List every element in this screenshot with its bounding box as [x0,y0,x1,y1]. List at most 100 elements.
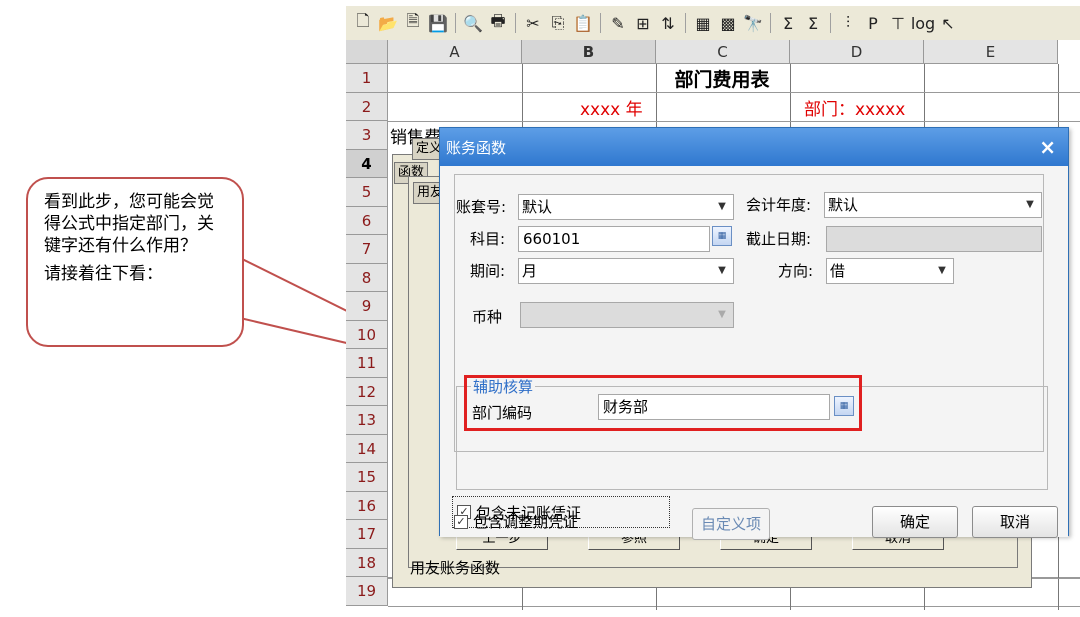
row-header-9[interactable]: 9 [346,292,388,321]
department-picker-icon[interactable]: ▦ [834,396,854,416]
print-icon[interactable]: 🖶 [487,11,509,34]
column-header-b[interactable]: B [522,40,656,64]
toolbar-separator [600,13,601,33]
currency-select: ▼ [520,302,734,328]
row-header-6[interactable]: 6 [346,206,388,235]
account-set-select[interactable]: 默认 ▼ [518,194,734,220]
toolbar-separator [515,13,516,33]
table-icon[interactable]: ▦ [692,12,714,34]
sort-icon[interactable]: ⇅ [657,12,679,34]
chevron-down-icon: ▼ [718,309,726,320]
dialog-title: 账务函数 [446,138,507,157]
year-cell[interactable]: xxxx 年 [580,96,643,124]
period-label: 期间: [470,262,506,280]
toolbar: 🗋 📂 🗎 💾 🔍 🖶 ✂ ⎘ 📋 ✎ ⊞ ⇅ ▦ ▩ 🔭 Σ Σ ⫶ P ⊤ log ↖ [346,6,1080,40]
period-select[interactable]: 月 ▼ [518,258,734,284]
direction-value: 借 [830,262,846,280]
row-header-1[interactable]: 1 [346,64,388,93]
include-adjust-label: 包含调整期凭证 [473,513,579,531]
department-cell[interactable]: 部门：xxxxx [804,96,905,124]
toolbar-separator [685,13,686,33]
row-header-10[interactable]: 10 [346,320,388,349]
row-header-11[interactable]: 11 [346,349,388,378]
row-header-18[interactable]: 18 [346,548,388,577]
fiscal-year-value: 默认 [828,196,859,214]
column-header-d[interactable]: D [790,40,924,64]
chevron-down-icon[interactable]: ▼ [713,261,731,281]
toolbar-separator [770,13,771,33]
row-header-15[interactable]: 15 [346,463,388,492]
toolbar-separator [830,13,831,33]
print-preview-icon[interactable]: 🔍 [462,12,484,34]
department-code-input[interactable]: 财务部 [598,394,830,420]
fiscal-year-select[interactable]: 默认 ▼ [824,192,1042,218]
currency-label: 币种 [472,308,503,326]
callout-text: 看到此步，您可能会觉得公式中指定部门，关键字还有什么作用？ [44,192,214,256]
dialog-titlebar[interactable]: 账务函数 × [440,128,1068,166]
open-folder-icon[interactable]: 📂 [377,12,399,34]
chevron-down-icon[interactable]: ▼ [713,197,731,217]
row-header-2[interactable]: 2 [346,92,388,121]
chart-icon[interactable]: ⫶ [837,12,859,34]
find-icon[interactable]: 🔭 [742,12,764,34]
new-file-icon[interactable]: 🗋 [352,11,374,34]
chevron-down-icon[interactable]: ▼ [933,261,951,281]
column-header-e[interactable]: E [924,40,1058,64]
row-header-4[interactable]: 4 [346,149,388,178]
format-painter-icon[interactable]: ✎ [607,12,629,34]
callout-bubble: 看到此步，您可能会觉得公式中指定部门，关键字还有什么作用？ 请接着往下看： [26,177,244,347]
save-icon[interactable]: 💾 [427,12,449,34]
dialog-body: 账套号: 默认 ▼ 会计年度: 默认 ▼ 科目: 660101 ▦ 截止日期: … [440,166,1068,540]
row-header-5[interactable]: 5 [346,178,388,207]
row-header-19[interactable]: 19 [346,577,388,606]
row-header-3[interactable]: 3 [346,121,388,150]
row-header-8[interactable]: 8 [346,263,388,292]
subject-input[interactable]: 660101 [518,226,710,252]
sheet-corner[interactable] [346,40,388,64]
direction-label: 方向: [778,262,814,280]
sum-icon[interactable]: Σ [777,12,799,34]
account-set-label: 账套号: [456,198,507,216]
copy-icon[interactable]: ⎘ [547,12,569,34]
sum-total-icon[interactable]: Σ [802,12,824,34]
row-header-7[interactable]: 7 [346,235,388,264]
sheet-title-cell[interactable]: 部门费用表 [522,66,922,94]
period-value: 月 [522,262,538,280]
row-header-12[interactable]: 12 [346,377,388,406]
chevron-down-icon[interactable]: ▼ [1021,195,1039,215]
fiscal-year-label: 会计年度: [746,196,812,214]
account-set-value: 默认 [522,198,553,216]
accounting-function-dialog: 账务函数 × 账套号: 默认 ▼ 会计年度: 默认 ▼ 科目: 660101 ▦… [439,127,1069,540]
filter-icon[interactable]: ⊤ [887,12,909,34]
cutoff-date-input [826,226,1042,252]
cut-icon[interactable]: ✂ [522,12,544,34]
p-icon[interactable]: P [862,12,884,34]
cancel-button[interactable]: 取消 [972,506,1058,538]
row-header-13[interactable]: 13 [346,406,388,435]
include-adjust-checkbox[interactable]: ✓ 包含调整期凭证 [454,511,578,532]
log-icon[interactable]: log [911,12,935,34]
paste-icon[interactable]: 📋 [572,12,594,34]
callout-text-2: 请接着往下看： [44,264,163,284]
close-icon[interactable]: × [1039,135,1056,159]
document-icon[interactable]: 🗎 [402,11,424,34]
insert-column-icon[interactable]: ⊞ [632,12,654,34]
column-header-a[interactable]: A [388,40,522,64]
subject-label: 科目: [470,230,506,248]
ok-button[interactable]: 确定 [872,506,958,538]
row-header-16[interactable]: 16 [346,491,388,520]
auxiliary-accounting-title: 辅助核算 [471,376,536,397]
pointer-icon[interactable]: ↖ [937,12,959,34]
toolbar-separator [455,13,456,33]
department-code-label: 部门编码 [472,404,533,422]
column-header-c[interactable]: C [656,40,790,64]
background-dialog-caption: 用友账务函数 [410,559,501,577]
grid-icon[interactable]: ▩ [717,12,739,34]
subject-picker-icon[interactable]: ▦ [712,226,732,246]
direction-select[interactable]: 借 ▼ [826,258,954,284]
cutoff-date-label: 截止日期: [746,230,812,248]
custom-items-button: 自定义项 [692,508,770,540]
check-icon: ✓ [454,514,468,529]
row-header-14[interactable]: 14 [346,434,388,463]
row-header-17[interactable]: 17 [346,520,388,549]
